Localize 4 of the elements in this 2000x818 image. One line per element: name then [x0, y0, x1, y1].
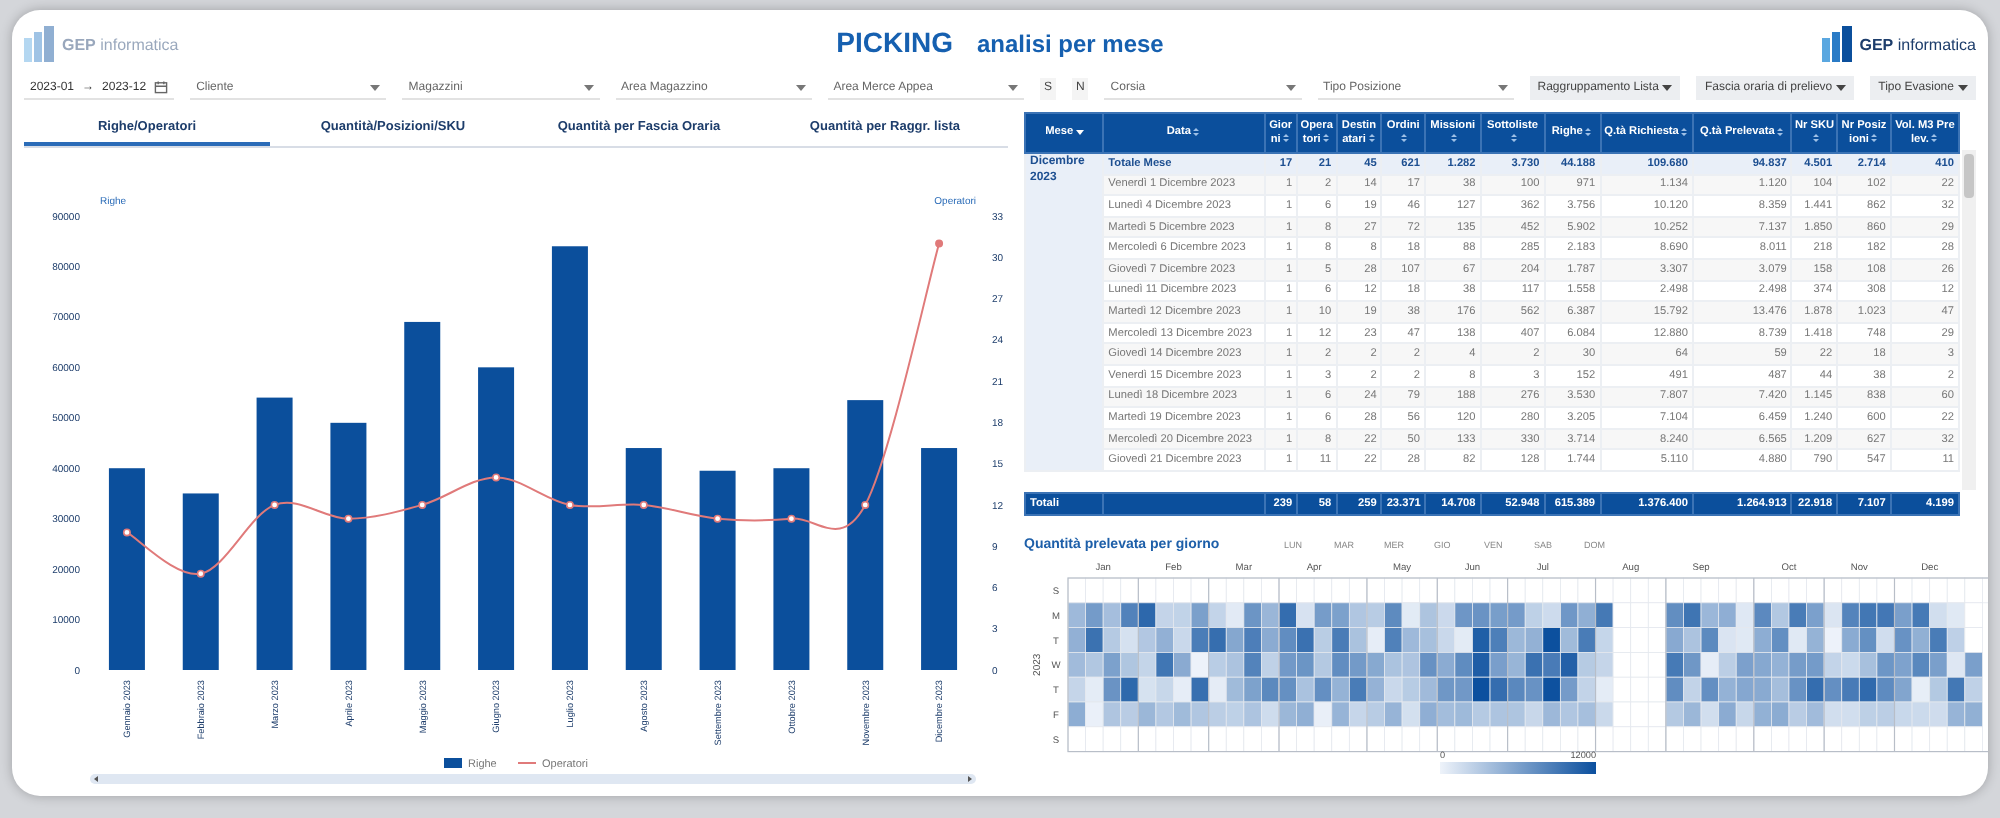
logo-text: GEP informatica — [62, 35, 179, 53]
logo-text: GEP informatica — [1859, 35, 1976, 53]
page-title: PICKING — [836, 26, 953, 58]
page-subtitle: analisi per mese — [976, 30, 1164, 58]
